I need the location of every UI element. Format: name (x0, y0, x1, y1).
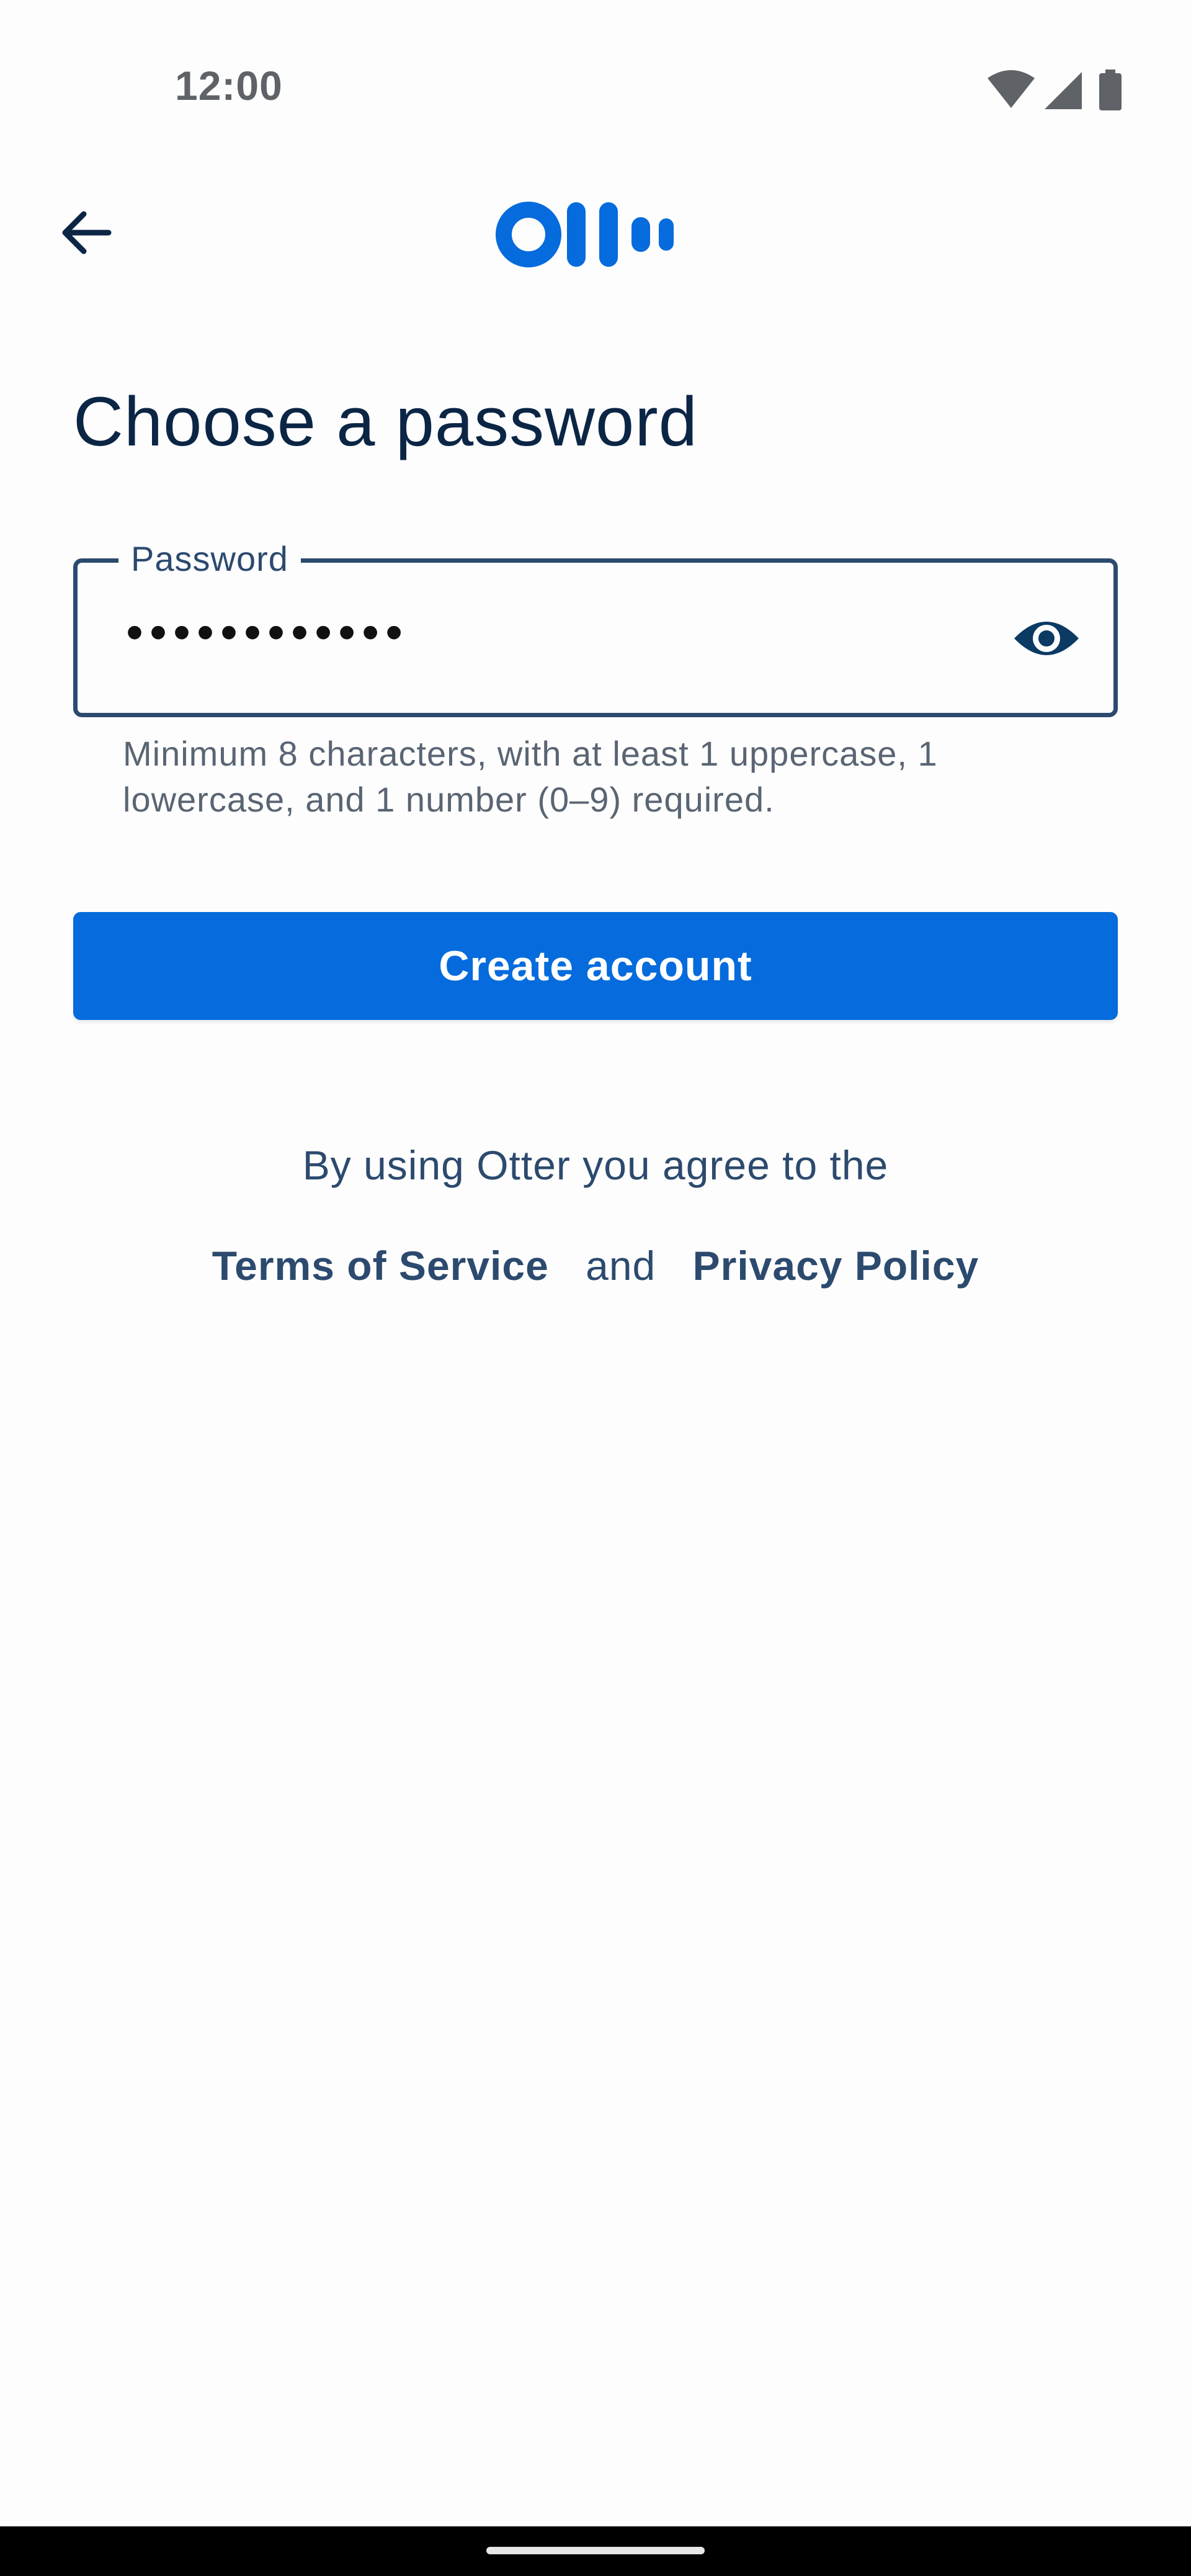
toggle-password-visibility-button[interactable] (1009, 601, 1084, 676)
status-icons (986, 69, 1135, 113)
page-title: Choose a password (73, 383, 698, 460)
agree-text: By using Otter you agree to the (302, 1142, 889, 1188)
arrow-left-icon (62, 211, 112, 254)
back-button[interactable] (50, 195, 124, 270)
system-nav-bar (0, 2526, 1191, 2576)
password-requirements-hint: Minimum 8 characters, with at least 1 up… (123, 734, 938, 819)
status-bar: 12:00 (0, 0, 1191, 143)
password-label: Password (118, 537, 301, 581)
legal-links: Terms of Service and Privacy Policy (0, 1242, 1191, 1289)
password-field[interactable]: Password •••••••••••• (73, 537, 1118, 717)
password-input[interactable]: •••••••••••• (126, 595, 932, 669)
terms-of-service-link[interactable]: Terms of Service (212, 1243, 549, 1289)
home-indicator[interactable] (486, 2547, 705, 2554)
wifi-icon (988, 70, 1035, 108)
status-time: 12:00 (175, 63, 283, 109)
cellular-signal-icon (1045, 72, 1082, 109)
and-text: and (586, 1243, 656, 1289)
privacy-policy-link[interactable]: Privacy Policy (693, 1243, 979, 1289)
create-account-button[interactable]: Create account (73, 912, 1118, 1020)
eye-icon (1014, 622, 1079, 655)
battery-icon (1099, 69, 1122, 110)
otter-logo-icon (494, 197, 674, 272)
